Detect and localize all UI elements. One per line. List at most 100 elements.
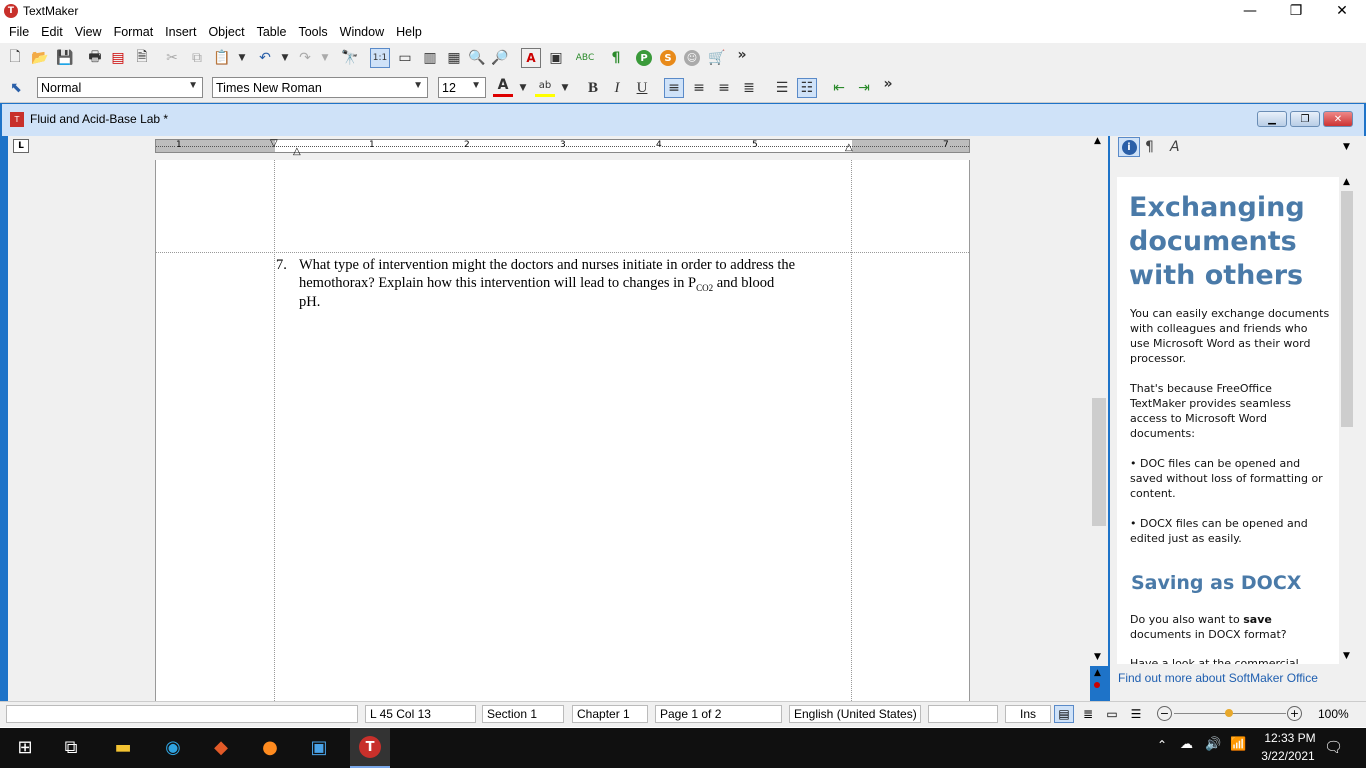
styles-icon[interactable]: ¶: [1145, 139, 1154, 155]
full-page-icon[interactable]: ▥: [420, 48, 440, 68]
spellcheck-icon[interactable]: ABC: [575, 48, 595, 68]
horizontal-ruler[interactable]: 1 1 2 3 4 5 7 ▽ △ △: [155, 138, 970, 157]
export-pdf-icon[interactable]: ▤: [108, 48, 128, 68]
left-indent-marker-icon[interactable]: △: [293, 146, 301, 157]
decrease-indent-icon[interactable]: ⇤: [829, 78, 849, 98]
status-chapter[interactable]: Chapter 1: [572, 705, 648, 723]
open-folder-icon[interactable]: 📂: [30, 48, 50, 68]
select-pointer-icon[interactable]: ⬉: [6, 78, 26, 98]
italic-icon[interactable]: I: [607, 78, 627, 98]
presentations-icon[interactable]: P: [636, 50, 652, 66]
zoom-out-icon[interactable]: −: [1157, 706, 1172, 721]
planmaker-icon[interactable]: S: [660, 50, 676, 66]
align-center-icon[interactable]: ≡: [714, 78, 734, 98]
font-color-icon[interactable]: A: [493, 76, 513, 97]
ccleaner-icon[interactable]: ◆: [206, 732, 236, 762]
scroll-up-icon[interactable]: ▲: [1094, 136, 1101, 146]
firefox-icon[interactable]: ●: [255, 732, 285, 762]
normal-view-icon[interactable]: ▤: [1054, 705, 1074, 723]
redo-dropdown-icon[interactable]: ▼: [315, 48, 335, 68]
status-position[interactable]: L 45 Col 13: [365, 705, 476, 723]
status-page[interactable]: Page 1 of 2: [655, 705, 782, 723]
close-button[interactable]: ✕: [1319, 0, 1365, 22]
task-view-icon[interactable]: ⧉: [56, 732, 86, 762]
sidebar-scroll-down-icon[interactable]: ▼: [1343, 651, 1350, 661]
zoom-in-icon[interactable]: +: [1287, 706, 1302, 721]
doc-restore-button[interactable]: ❐: [1290, 111, 1320, 127]
menu-file[interactable]: File: [3, 25, 35, 39]
toolbar-more-icon[interactable]: »: [732, 45, 752, 65]
document-page[interactable]: 7. What type of intervention might the d…: [155, 160, 970, 701]
status-section[interactable]: Section 1: [482, 705, 564, 723]
softmaker-link[interactable]: Find out more about SoftMaker Office: [1118, 671, 1318, 685]
menu-edit[interactable]: Edit: [35, 25, 69, 39]
status-insert-mode[interactable]: Ins: [1005, 705, 1051, 723]
master-view-icon[interactable]: ☰: [1126, 705, 1146, 723]
menu-tools[interactable]: Tools: [292, 25, 333, 39]
previous-page-icon[interactable]: ▲: [1094, 668, 1101, 678]
browse-object-icon[interactable]: [1094, 682, 1100, 688]
sidebar-scroll-up-icon[interactable]: ▲: [1343, 177, 1350, 187]
scroll-thumb[interactable]: [1092, 398, 1106, 526]
print-icon[interactable]: 🖶: [85, 48, 105, 68]
minimize-button[interactable]: —: [1227, 0, 1273, 22]
show-hidden-icons-icon[interactable]: ⌃: [1157, 738, 1167, 752]
underline-icon[interactable]: U: [632, 78, 652, 98]
status-language[interactable]: English (United States): [789, 705, 921, 723]
volume-icon[interactable]: 🔊: [1205, 737, 1221, 752]
highlight-icon[interactable]: ab: [535, 76, 555, 97]
info-tab[interactable]: i: [1118, 137, 1140, 157]
sidebar-scroll-thumb[interactable]: [1341, 191, 1353, 427]
font-color-dropdown-icon[interactable]: ▼: [513, 78, 533, 98]
right-indent-marker-icon[interactable]: △: [845, 142, 853, 153]
restore-button[interactable]: ❐: [1273, 0, 1319, 22]
save-icon[interactable]: 💾: [55, 48, 75, 68]
page-width-icon[interactable]: ▭: [395, 48, 415, 68]
edge-browser-icon[interactable]: ◉: [158, 732, 188, 762]
find-icon[interactable]: 🔭: [340, 48, 360, 68]
character-styles-icon[interactable]: A: [1170, 139, 1180, 155]
scroll-down-icon[interactable]: ▼: [1094, 652, 1101, 662]
bold-icon[interactable]: B: [583, 78, 603, 98]
bullets-icon[interactable]: ☰: [772, 78, 792, 98]
windows-start-icon[interactable]: ⊞: [10, 732, 40, 762]
menu-format[interactable]: Format: [108, 25, 160, 39]
zoom-level[interactable]: 100%: [1318, 707, 1349, 721]
menu-object[interactable]: Object: [202, 25, 250, 39]
zoom-icon[interactable]: 🔍: [467, 48, 487, 68]
paste-dropdown-icon[interactable]: ▼: [232, 48, 252, 68]
redo-icon[interactable]: ↷: [295, 48, 315, 68]
tab-stop-selector[interactable]: L: [13, 139, 29, 153]
undo-icon[interactable]: ↶: [255, 48, 275, 68]
text-frame-icon[interactable]: A: [521, 48, 541, 68]
page-view-icon[interactable]: ▭: [1102, 705, 1122, 723]
doc-minimize-button[interactable]: ▁: [1257, 111, 1287, 127]
cut-icon[interactable]: ✂: [162, 48, 182, 68]
font-size-select[interactable]: 12 ▼: [438, 77, 486, 98]
menu-insert[interactable]: Insert: [159, 25, 202, 39]
font-family-select[interactable]: Times New Roman ▼: [212, 77, 428, 98]
control-panel-icon[interactable]: ▣: [304, 732, 334, 762]
softmaker-icon[interactable]: ☺: [684, 50, 700, 66]
normal-view-icon[interactable]: 1:1: [370, 48, 390, 68]
menu-table[interactable]: Table: [251, 25, 293, 39]
paste-icon[interactable]: 📋: [212, 48, 232, 68]
align-right-icon[interactable]: ≡: [689, 78, 709, 98]
outline-view-icon[interactable]: ≣: [1078, 705, 1098, 723]
onedrive-icon[interactable]: ☁: [1180, 737, 1193, 752]
highlight-dropdown-icon[interactable]: ▼: [555, 78, 575, 98]
toolbar-more-icon[interactable]: »: [878, 74, 898, 94]
vertical-scrollbar[interactable]: ▲ ▼: [1090, 136, 1108, 666]
increase-indent-icon[interactable]: ⇥: [854, 78, 874, 98]
two-pages-icon[interactable]: ▦: [444, 48, 464, 68]
menu-help[interactable]: Help: [390, 25, 428, 39]
network-icon[interactable]: 📶: [1230, 737, 1246, 752]
copy-icon[interactable]: ⧉: [187, 48, 207, 68]
print-preview-icon[interactable]: 🗎: [132, 48, 152, 68]
clock-time[interactable]: 12:33 PM: [1258, 731, 1322, 745]
align-left-icon[interactable]: ≡: [664, 78, 684, 98]
undo-dropdown-icon[interactable]: ▼: [275, 48, 295, 68]
sidebar-menu-icon[interactable]: ▼: [1343, 142, 1350, 152]
numbering-icon[interactable]: ☷: [797, 78, 817, 98]
menu-window[interactable]: Window: [334, 25, 390, 39]
